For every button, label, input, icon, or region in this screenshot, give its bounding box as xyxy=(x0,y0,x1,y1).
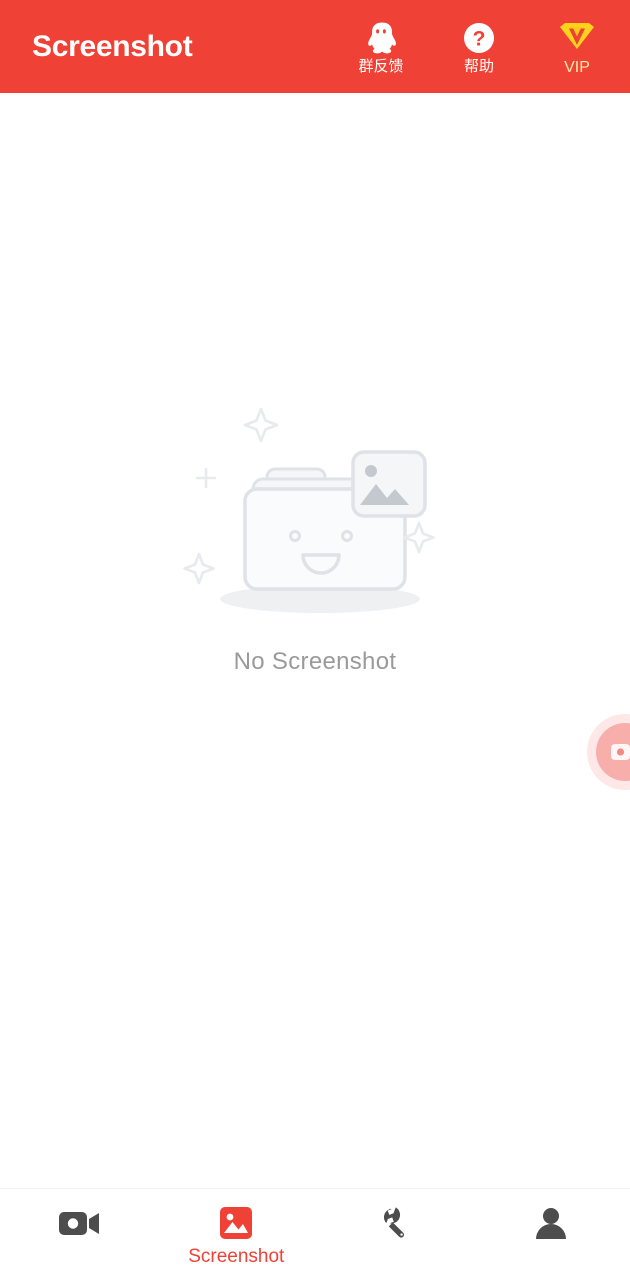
main-content: No Screenshot xyxy=(0,93,630,1188)
record-camcorder-icon xyxy=(596,723,630,781)
person-profile-icon xyxy=(533,1203,569,1243)
screenshot-image-icon xyxy=(216,1203,256,1243)
header-action-label: 群反馈 xyxy=(358,58,404,76)
tab-profile[interactable] xyxy=(473,1203,630,1243)
vip-diamond-icon xyxy=(556,20,598,56)
tab-screenshot[interactable]: Screenshot xyxy=(158,1203,316,1266)
svg-text:?: ? xyxy=(473,28,486,51)
qq-penguin-icon xyxy=(365,20,397,56)
header-action-label: VIP xyxy=(564,59,590,77)
tab-record[interactable] xyxy=(0,1203,158,1243)
app-root: Screenshot 群反馈 ? 帮助 VIP No Screenshot Sc… xyxy=(0,0,630,1280)
tab-tools[interactable] xyxy=(315,1203,473,1243)
floating-record-button[interactable] xyxy=(596,723,630,781)
header-action-label: 帮助 xyxy=(463,58,494,76)
empty-state-message: No Screenshot xyxy=(233,648,397,675)
video-camera-icon xyxy=(57,1203,101,1243)
empty-folder-image-icon xyxy=(175,393,455,623)
header-action-help[interactable]: ? 帮助 xyxy=(448,20,510,76)
header-action-group: 群反馈 ? 帮助 VIP xyxy=(350,16,608,77)
empty-state: No Screenshot xyxy=(0,393,630,676)
header-action-vip[interactable]: VIP xyxy=(546,20,608,77)
bottom-tab-bar: Screenshot xyxy=(0,1188,630,1280)
header-action-group-feedback[interactable]: 群反馈 xyxy=(350,20,412,76)
app-header: Screenshot 群反馈 ? 帮助 VIP xyxy=(0,0,630,93)
page-title: Screenshot xyxy=(32,29,193,63)
tab-label: Screenshot xyxy=(188,1246,285,1267)
help-question-icon: ? xyxy=(462,20,496,56)
wrench-tools-icon xyxy=(376,1203,412,1243)
